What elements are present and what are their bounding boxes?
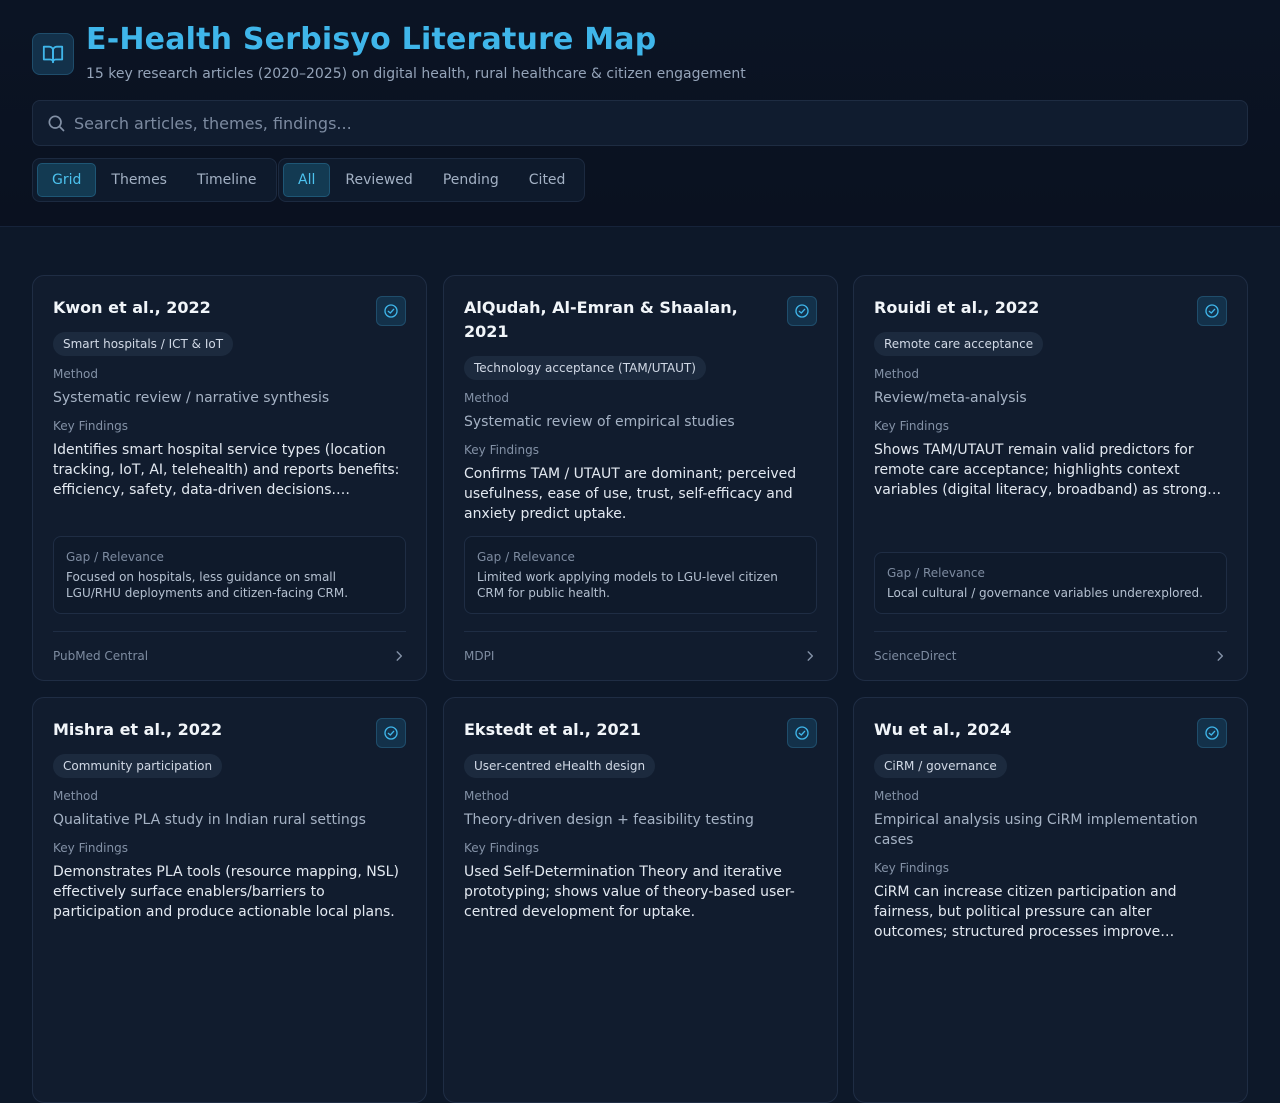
book-open-icon — [32, 33, 74, 75]
article-card[interactable]: Mishra et al., 2022 Community participat… — [32, 697, 427, 1103]
check-circle-icon[interactable] — [787, 296, 817, 326]
article-card[interactable]: Kwon et al., 2022 Smart hospitals / ICT … — [32, 275, 427, 681]
page-header: E-Health Serbisyo Literature Map 15 key … — [0, 0, 1280, 227]
search-input[interactable] — [74, 113, 1174, 133]
page-subtitle: 15 key research articles (2020–2025) on … — [86, 66, 746, 82]
article-card[interactable]: Rouidi et al., 2022 Remote care acceptan… — [853, 275, 1248, 681]
check-circle-icon[interactable] — [787, 718, 817, 748]
method-label: Method — [874, 789, 920, 803]
method-text: Empirical analysis using CiRM implementa… — [874, 812, 1198, 848]
gap-box: Gap / Relevance Limited work applying mo… — [464, 536, 817, 614]
source-name: PubMed Central — [53, 649, 149, 663]
tab-timeline[interactable]: Timeline — [182, 163, 272, 197]
card-footer: PubMed Central — [53, 631, 406, 680]
findings-label: Key Findings — [464, 443, 539, 457]
method-text: Systematic review / narrative synthesis — [53, 390, 330, 406]
method-text: Systematic review of empirical studies — [464, 414, 735, 430]
findings-label: Key Findings — [874, 861, 949, 875]
findings-label: Key Findings — [53, 841, 128, 855]
article-title: AlQudah, Al-Emran & Shaalan, 2021 — [464, 298, 738, 341]
search-icon — [46, 113, 66, 133]
gap-text: Focused on hospitals, less guidance on s… — [66, 570, 349, 600]
method-label: Method — [464, 789, 510, 803]
chevron-right-icon[interactable] — [392, 649, 406, 663]
method-label: Method — [53, 789, 99, 803]
findings-text: Confirms TAM / UTAUT are dominant; perce… — [464, 466, 797, 522]
gap-label: Gap / Relevance — [477, 550, 575, 564]
filter-reviewed[interactable]: Reviewed — [330, 163, 427, 197]
status-filter: All Reviewed Pending Cited — [278, 158, 586, 202]
gap-box: Gap / Relevance Focused on hospitals, le… — [53, 536, 406, 614]
gap-text: Limited work applying models to LGU-leve… — [477, 570, 778, 600]
article-title: Rouidi et al., 2022 — [874, 298, 1040, 317]
check-circle-icon[interactable] — [1197, 296, 1227, 326]
method-text: Theory-driven design + feasibility testi… — [464, 812, 754, 828]
findings-text: CiRM can increase citizen participation … — [874, 884, 1177, 940]
gap-box: Gap / Relevance Local cultural / governa… — [874, 552, 1227, 614]
source-name: MDPI — [464, 649, 495, 663]
method-label: Method — [874, 367, 920, 381]
search-bar[interactable] — [32, 100, 1248, 146]
source-name: ScienceDirect — [874, 649, 957, 663]
findings-label: Key Findings — [874, 419, 949, 433]
gap-label: Gap / Relevance — [66, 550, 164, 564]
check-circle-icon[interactable] — [376, 296, 406, 326]
page-title: E-Health Serbisyo Literature Map — [86, 22, 657, 57]
article-title: Wu et al., 2024 — [874, 720, 1012, 739]
findings-label: Key Findings — [53, 419, 128, 433]
method-text: Qualitative PLA study in Indian rural se… — [53, 812, 366, 828]
findings-text: Identifies smart hospital service types … — [53, 442, 400, 498]
theme-tag: Smart hospitals / ICT & IoT — [53, 332, 234, 356]
findings-text: Used Self-Determination Theory and itera… — [464, 864, 795, 920]
card-footer: MDPI — [464, 631, 817, 680]
check-circle-icon[interactable] — [1197, 718, 1227, 748]
tab-themes[interactable]: Themes — [96, 163, 182, 197]
card-footer: ScienceDirect — [874, 631, 1227, 680]
article-card[interactable]: AlQudah, Al-Emran & Shaalan, 2021 Techno… — [443, 275, 838, 681]
filter-pending[interactable]: Pending — [428, 163, 514, 197]
theme-tag: CiRM / governance — [874, 754, 1007, 778]
findings-label: Key Findings — [464, 841, 539, 855]
article-card[interactable]: Ekstedt et al., 2021 User-centred eHealt… — [443, 697, 838, 1103]
article-card[interactable]: Wu et al., 2024 CiRM / governance Method… — [853, 697, 1248, 1103]
filter-cited[interactable]: Cited — [514, 163, 581, 197]
article-title: Mishra et al., 2022 — [53, 720, 223, 739]
method-label: Method — [464, 391, 510, 405]
method-text: Review/meta-analysis — [874, 390, 1027, 406]
view-mode-toggle: Grid Themes Timeline — [32, 158, 277, 202]
theme-tag: User-centred eHealth design — [464, 754, 656, 778]
filter-all[interactable]: All — [283, 163, 331, 197]
article-title: Ekstedt et al., 2021 — [464, 720, 641, 739]
theme-tag: Technology acceptance (TAM/UTAUT) — [464, 356, 706, 380]
check-circle-icon[interactable] — [376, 718, 406, 748]
findings-text: Shows TAM/UTAUT remain valid predictors … — [874, 442, 1222, 498]
theme-tag: Community participation — [53, 754, 223, 778]
article-title: Kwon et al., 2022 — [53, 298, 211, 317]
gap-label: Gap / Relevance — [887, 566, 985, 580]
method-label: Method — [53, 367, 99, 381]
gap-text: Local cultural / governance variables un… — [887, 586, 1203, 600]
chevron-right-icon[interactable] — [1213, 649, 1227, 663]
chevron-right-icon[interactable] — [803, 649, 817, 663]
theme-tag: Remote care acceptance — [874, 332, 1044, 356]
tab-grid[interactable]: Grid — [37, 163, 97, 197]
findings-text: Demonstrates PLA tools (resource mapping… — [53, 864, 399, 920]
